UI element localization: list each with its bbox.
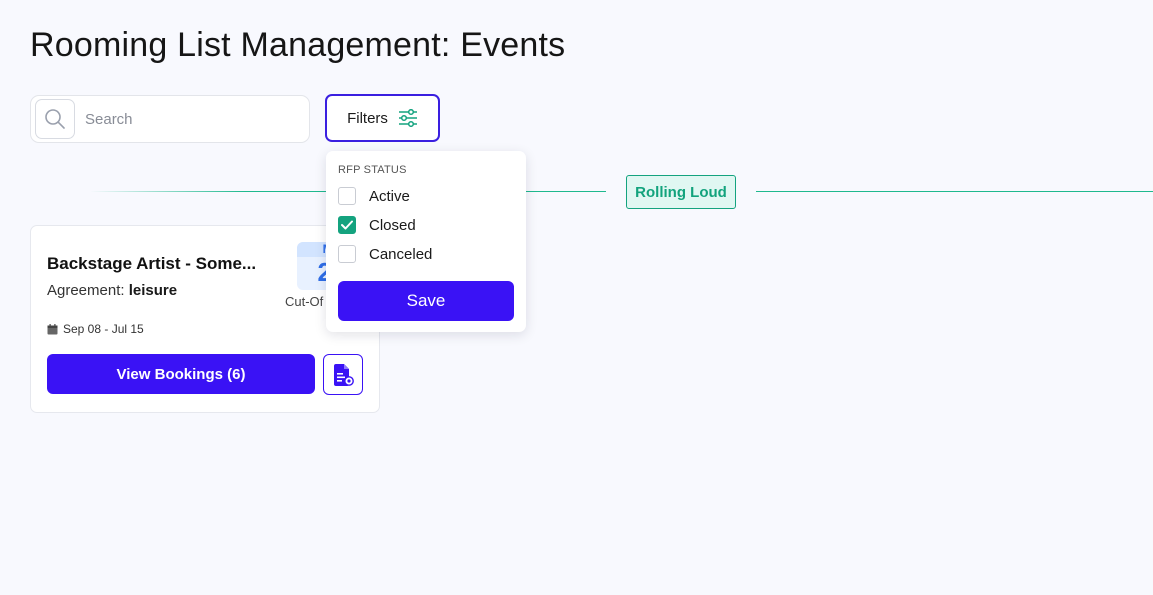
closed-checkbox[interactable] [338,216,356,234]
view-bookings-button[interactable]: View Bookings (6) [47,354,315,394]
page-title: Rooming List Management: Events [30,26,566,64]
agreement-label: Agreement: [47,282,125,299]
sliders-icon [398,109,417,127]
option-label: Active [369,187,410,205]
option-label: Closed [369,216,416,234]
filter-option-closed[interactable]: Closed [338,216,416,234]
search-box[interactable] [30,95,310,143]
card-title: Backstage Artist - Some... [47,254,257,273]
search-icon[interactable] [35,99,75,139]
check-icon [341,220,353,230]
rfp-status-label: RFP STATUS [338,164,407,176]
agreement-value: leisure [128,282,178,299]
search-input[interactable] [85,110,285,128]
document-icon [334,363,354,386]
filter-option-canceled[interactable]: Canceled [338,245,432,263]
active-checkbox[interactable] [338,187,356,205]
calendar-icon [47,323,58,334]
document-button[interactable] [323,354,363,395]
filters-label: Filters [347,109,388,127]
option-label: Canceled [369,245,433,263]
group-divider-right [756,191,1153,192]
filters-button[interactable]: Filters [325,94,440,142]
card-dates: Sep 08 - Jul 15 [47,322,144,336]
event-group-badge: Rolling Loud [626,175,736,209]
cutoff-label: Cut-Of [285,294,324,309]
card-agreement: Agreement: leisure [47,282,177,299]
rfp-status-filter-dropdown: RFP STATUS Active Closed Canceled Save [326,151,526,332]
save-button[interactable]: Save [338,281,514,321]
canceled-checkbox[interactable] [338,245,356,263]
date-range: Sep 08 - Jul 15 [63,322,144,336]
filter-option-active[interactable]: Active [338,187,410,205]
